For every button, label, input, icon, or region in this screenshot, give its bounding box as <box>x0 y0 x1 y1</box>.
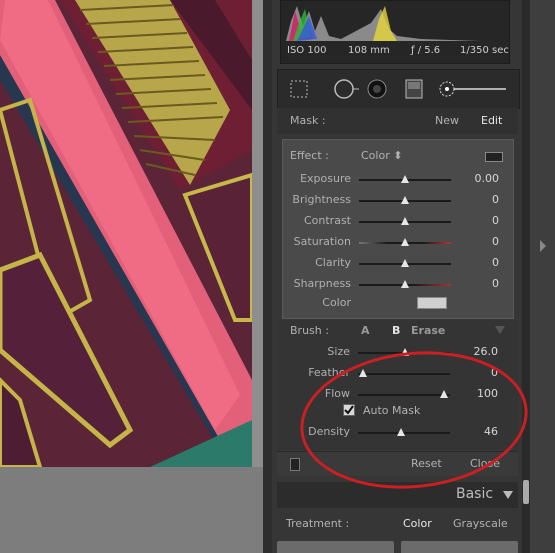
size-label: Size <box>327 345 350 358</box>
collapse-right-icon[interactable] <box>540 240 546 252</box>
spot-removal-icon[interactable] <box>333 78 359 100</box>
flow-label: Flow <box>324 387 350 400</box>
brush-label: Brush : <box>290 324 329 337</box>
treatment-color-button[interactable]: Color <box>403 517 432 530</box>
adjustment-brush-icon[interactable] <box>436 78 506 100</box>
brush-erase-button[interactable]: Erase <box>411 324 445 337</box>
clarity-value[interactable]: 0 <box>459 256 499 269</box>
basic-panel-header[interactable]: Basic <box>277 482 518 508</box>
effect-toggle-icon[interactable] <box>485 152 503 162</box>
clarity-slider-thumb[interactable] <box>401 259 409 267</box>
mask-new-button[interactable]: New <box>435 114 459 127</box>
brush-panel: Brush : A B Erase Size 26.0 Feather 0 Fl… <box>277 320 518 450</box>
exposure-label: Exposure <box>300 172 351 185</box>
sharpness-slider-thumb[interactable] <box>401 280 409 288</box>
mask-label: Mask : <box>290 114 326 127</box>
mask-row: Mask : New Edit <box>277 108 518 134</box>
crop-tool-icon[interactable] <box>288 78 310 100</box>
size-slider-thumb[interactable] <box>401 348 409 356</box>
graduated-filter-icon[interactable] <box>403 78 425 100</box>
sharpness-value[interactable]: 0 <box>459 277 499 290</box>
feather-slider-thumb[interactable] <box>359 369 367 377</box>
shutter-readout: 1/350 sec <box>460 45 509 56</box>
treatment-row: Treatment : Color Grayscale <box>277 512 518 536</box>
brightness-label: Brightness <box>292 193 351 206</box>
reset-button[interactable]: Reset <box>411 457 442 470</box>
focal-length-readout: 108 mm <box>348 45 390 56</box>
density-label: Density <box>308 425 350 438</box>
red-eye-icon[interactable] <box>366 78 388 100</box>
checkmark-icon <box>344 405 354 415</box>
contrast-slider-thumb[interactable] <box>401 217 409 225</box>
histogram-graph <box>286 6 481 41</box>
brush-collapse-icon[interactable] <box>495 326 505 334</box>
panel-scrollbar-thumb[interactable] <box>523 480 529 504</box>
mask-footer: Reset Close <box>277 451 518 476</box>
flow-slider[interactable] <box>358 394 450 396</box>
tool-strip <box>277 69 520 109</box>
iso-readout: ISO 100 <box>287 45 327 56</box>
previous-button[interactable] <box>277 541 394 553</box>
reset-all-button[interactable] <box>401 541 518 553</box>
panel-scrollbar[interactable] <box>522 0 530 553</box>
treatment-grayscale-button[interactable]: Grayscale <box>453 517 508 530</box>
brightness-value[interactable]: 0 <box>459 193 499 206</box>
brush-b-button[interactable]: B <box>392 324 400 337</box>
density-slider-thumb[interactable] <box>397 428 405 436</box>
photo-canvas-area <box>0 0 263 553</box>
brush-a-button[interactable]: A <box>361 324 370 337</box>
close-button[interactable]: Close <box>470 457 500 470</box>
saturation-value[interactable]: 0 <box>459 235 499 248</box>
basic-expand-icon[interactable] <box>503 491 513 499</box>
feather-slider[interactable] <box>358 373 450 375</box>
flow-value[interactable]: 100 <box>458 387 498 400</box>
contrast-label: Contrast <box>303 214 351 227</box>
right-collapse-strip[interactable] <box>530 0 555 553</box>
mask-edit-button[interactable]: Edit <box>481 114 502 127</box>
flow-slider-thumb[interactable] <box>440 390 448 398</box>
effect-panel: Effect : Color ⬍ Exposure 0.00 Brightnes… <box>282 139 514 319</box>
exposure-value[interactable]: 0.00 <box>459 172 500 185</box>
treatment-label: Treatment : <box>286 517 350 530</box>
effect-preset-dropdown[interactable]: Color ⬍ <box>361 149 402 162</box>
bottom-button-row <box>277 541 518 553</box>
aperture-readout: ƒ / 5.6 <box>411 45 441 56</box>
effect-label: Effect : <box>290 149 329 162</box>
brightness-slider-thumb[interactable] <box>401 196 409 204</box>
canvas-background <box>0 467 263 553</box>
color-label: Color <box>322 296 351 309</box>
auto-mask-checkbox[interactable] <box>343 404 355 416</box>
photo-preview[interactable] <box>0 0 252 467</box>
saturation-slider-thumb[interactable] <box>401 238 409 246</box>
clarity-label: Clarity <box>315 256 351 269</box>
sharpness-label: Sharpness <box>293 277 351 290</box>
size-value[interactable]: 26.0 <box>458 345 499 358</box>
saturation-label: Saturation <box>293 235 351 248</box>
feather-value[interactable]: 0 <box>458 366 498 379</box>
exposure-slider-thumb[interactable] <box>401 175 409 183</box>
basic-panel-title: Basic <box>456 486 494 502</box>
histogram: ISO 100 108 mm ƒ / 5.6 1/350 sec <box>280 0 510 64</box>
auto-mask-label: Auto Mask <box>363 404 421 417</box>
color-swatch[interactable] <box>417 297 447 309</box>
feather-label: Feather <box>308 366 350 379</box>
panel-toggle-switch[interactable] <box>290 458 300 471</box>
density-value[interactable]: 46 <box>458 425 498 438</box>
contrast-value[interactable]: 0 <box>459 214 499 227</box>
develop-panel: ISO 100 108 mm ƒ / 5.6 1/350 sec Mask : … <box>272 0 555 553</box>
